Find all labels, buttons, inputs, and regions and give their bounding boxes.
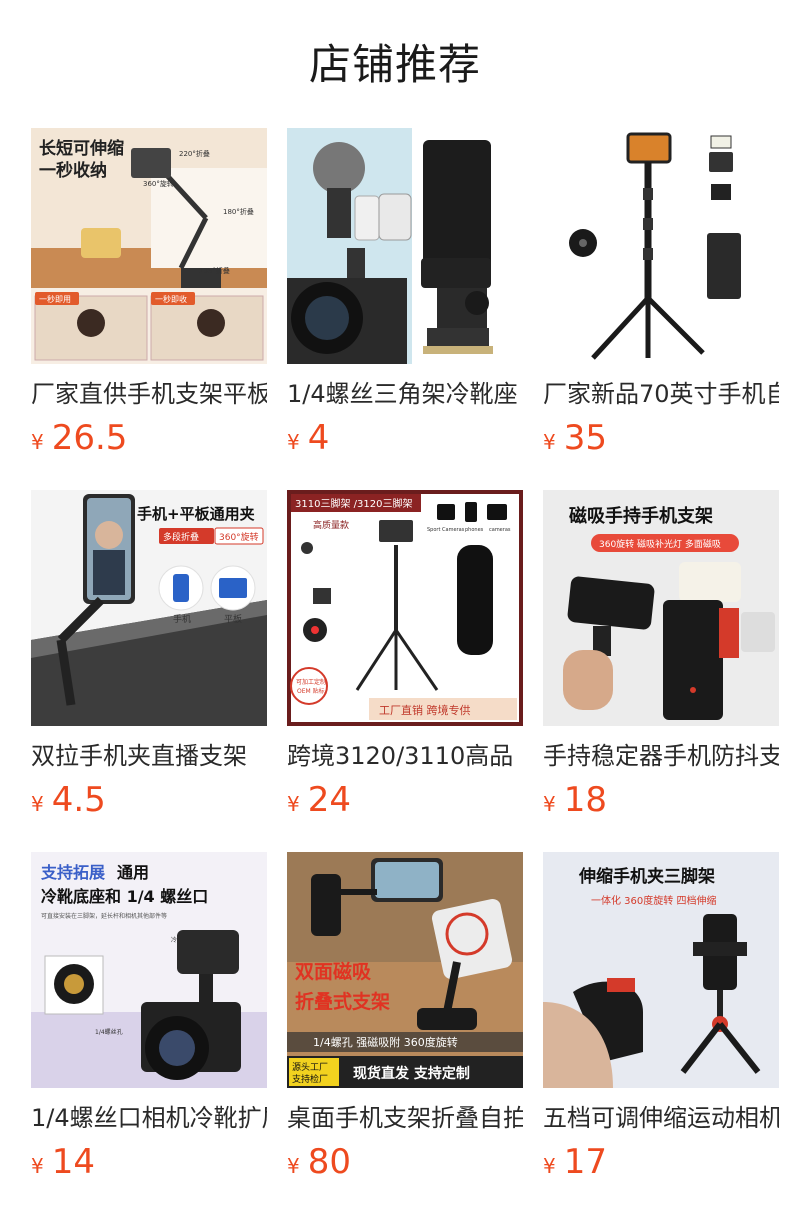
product-name[interactable]: 桌面手机支架折叠自拍: [287, 1102, 523, 1134]
currency-symbol: ¥: [543, 1154, 556, 1178]
product-name[interactable]: 五档可调伸缩运动相机: [543, 1102, 779, 1134]
product-card[interactable]: 厂家新品70英寸手机自拍杆 ¥35: [543, 128, 779, 458]
product-image[interactable]: 双面磁吸 折叠式支架 1/4螺孔 强磁吸附 360度旋转 源头工厂 支持检厂 现…: [287, 852, 523, 1088]
overlay-text: 1/4螺孔 强磁吸附 360度旋转: [313, 1035, 458, 1049]
currency-symbol: ¥: [31, 430, 44, 454]
overlay-text: 多段折叠: [163, 531, 199, 543]
overlay-text: 360旋转 磁吸补光灯 多面磁吸: [599, 538, 721, 550]
overlay-text: 支持检厂: [292, 1073, 328, 1085]
currency-symbol: ¥: [287, 1154, 300, 1178]
product-name[interactable]: 1/4螺丝口相机冷靴扩展: [31, 1102, 267, 1134]
overlay-text: 可加工定制: [296, 678, 326, 686]
overlay-text: 折叠式支架: [295, 990, 390, 1013]
product-price: ¥35: [543, 418, 779, 458]
product-grid: 长短可伸缩 一秒收纳 220°折叠 360°旋转 180°折叠 135°折叠 一…: [31, 128, 779, 1182]
product-price: ¥80: [287, 1142, 523, 1182]
price-value: 24: [307, 780, 351, 820]
overlay-text: 一秒即收: [155, 294, 187, 304]
product-card[interactable]: 1/4螺丝三角架冷靴座 ¥4: [287, 128, 523, 458]
product-image[interactable]: 磁吸手持手机支架 360旋转 磁吸补光灯 多面磁吸: [543, 490, 779, 726]
price-value: 80: [307, 1142, 351, 1182]
product-price: ¥4: [287, 418, 523, 458]
price-value: 14: [51, 1142, 95, 1182]
product-image[interactable]: 长短可伸缩 一秒收纳 220°折叠 360°旋转 180°折叠 135°折叠 一…: [31, 128, 267, 364]
price-value: 4: [307, 418, 330, 458]
product-image[interactable]: 伸缩手机夹三脚架 一体化 360度旋转 四档伸缩: [543, 852, 779, 1088]
currency-symbol: ¥: [31, 1154, 44, 1178]
overlay-text: 工厂直销 跨境专供: [379, 703, 471, 717]
product-card[interactable]: 3110三脚架 /3120三脚架 高质量款 Sport Cameras phon…: [287, 490, 523, 820]
currency-symbol: ¥: [287, 792, 300, 816]
product-card[interactable]: 手机+平板通用夹 多段折叠 360°旋转 手机 平板 双拉手机夹直播支架 ¥4.…: [31, 490, 267, 820]
product-name[interactable]: 1/4螺丝三角架冷靴座: [287, 378, 523, 410]
product-image[interactable]: 支持拓展 通用 冷靴底座和 1/4 螺丝口 可直接安装在三脚架，延长杆和相机其他…: [31, 852, 267, 1088]
currency-symbol: ¥: [543, 430, 556, 454]
store-recommendations-page: 店铺推荐 长短可伸缩 一秒收纳 220°折叠 360°旋转 180°折叠 135…: [0, 0, 790, 1232]
currency-symbol: ¥: [31, 792, 44, 816]
product-card[interactable]: 伸缩手机夹三脚架 一体化 360度旋转 四档伸缩 五档可调伸缩运动相机 ¥17: [543, 852, 779, 1182]
product-name[interactable]: 手持稳定器手机防抖支架: [543, 740, 779, 772]
product-card[interactable]: 双面磁吸 折叠式支架 1/4螺孔 强磁吸附 360度旋转 源头工厂 支持检厂 现…: [287, 852, 523, 1182]
overlay-text: 135°折叠: [199, 266, 230, 275]
product-card[interactable]: 支持拓展 通用 冷靴底座和 1/4 螺丝口 可直接安装在三脚架，延长杆和相机其他…: [31, 852, 267, 1182]
price-value: 4.5: [51, 780, 106, 820]
overlay-text: 冷靴底座和 1/4 螺丝口: [41, 887, 208, 906]
product-image[interactable]: 手机+平板通用夹 多段折叠 360°旋转 手机 平板: [31, 490, 267, 726]
overlay-text: cameras: [489, 527, 511, 533]
product-price: ¥24: [287, 780, 523, 820]
product-image[interactable]: [287, 128, 523, 364]
overlay-text: 高质量款: [313, 519, 349, 531]
currency-symbol: ¥: [543, 792, 556, 816]
overlay-text: 可直接安装在三脚架，延长杆和相机其他部件等: [41, 912, 167, 920]
product-price: ¥17: [543, 1142, 779, 1182]
overlay-text: phones: [465, 527, 484, 533]
price-value: 18: [563, 780, 607, 820]
overlay-text: 支持拓展: [40, 863, 106, 882]
overlay-text: Sport Cameras: [427, 527, 465, 533]
section-title: 店铺推荐: [308, 40, 481, 89]
product-card[interactable]: 长短可伸缩 一秒收纳 220°折叠 360°旋转 180°折叠 135°折叠 一…: [31, 128, 267, 458]
overlay-text: 磁吸手持手机支架: [569, 505, 713, 527]
overlay-text: 一秒即用: [39, 294, 71, 304]
overlay-text: 现货直发 支持定制: [353, 1065, 470, 1082]
overlay-text: 一体化 360度旋转 四档伸缩: [591, 894, 716, 907]
product-image[interactable]: [543, 128, 779, 364]
product-price: ¥4.5: [31, 780, 267, 820]
price-value: 26.5: [51, 418, 128, 458]
product-price: ¥26.5: [31, 418, 267, 458]
product-name[interactable]: 厂家直供手机支架平板支架: [31, 378, 267, 410]
product-name[interactable]: 跨境3120/3110高品: [287, 740, 523, 772]
overlay-text: 源头工厂: [292, 1062, 328, 1073]
overlay-text: 通用: [117, 863, 149, 882]
overlay-text: 手机: [173, 613, 191, 625]
overlay-text: 3110三脚架 /3120三脚架: [295, 497, 412, 510]
overlay-text: 220°折叠: [179, 149, 210, 158]
overlay-text: OEM 贴标: [297, 687, 325, 695]
overlay-text: 360°旋转: [143, 179, 174, 188]
product-price: ¥14: [31, 1142, 267, 1182]
product-name[interactable]: 厂家新品70英寸手机自拍杆: [543, 378, 779, 410]
currency-symbol: ¥: [287, 430, 300, 454]
product-name[interactable]: 双拉手机夹直播支架: [31, 740, 267, 772]
price-value: 17: [563, 1142, 607, 1182]
product-price: ¥18: [543, 780, 779, 820]
price-value: 35: [563, 418, 607, 458]
product-image[interactable]: 3110三脚架 /3120三脚架 高质量款 Sport Cameras phon…: [287, 490, 523, 726]
overlay-text: 180°折叠: [223, 207, 254, 216]
overlay-text: 一秒收纳: [39, 160, 107, 181]
product-card[interactable]: 磁吸手持手机支架 360旋转 磁吸补光灯 多面磁吸 手持稳定器手机防抖支架 ¥1…: [543, 490, 779, 820]
overlay-text: 伸缩手机夹三脚架: [578, 866, 715, 887]
overlay-text: 手机+平板通用夹: [137, 505, 255, 523]
overlay-text: 长短可伸缩: [39, 138, 124, 159]
overlay-text: 双面磁吸: [295, 960, 372, 983]
overlay-text: 1/4螺丝孔: [95, 1028, 123, 1036]
overlay-text: 360°旋转: [219, 531, 259, 543]
overlay-text: 平板: [224, 613, 242, 625]
